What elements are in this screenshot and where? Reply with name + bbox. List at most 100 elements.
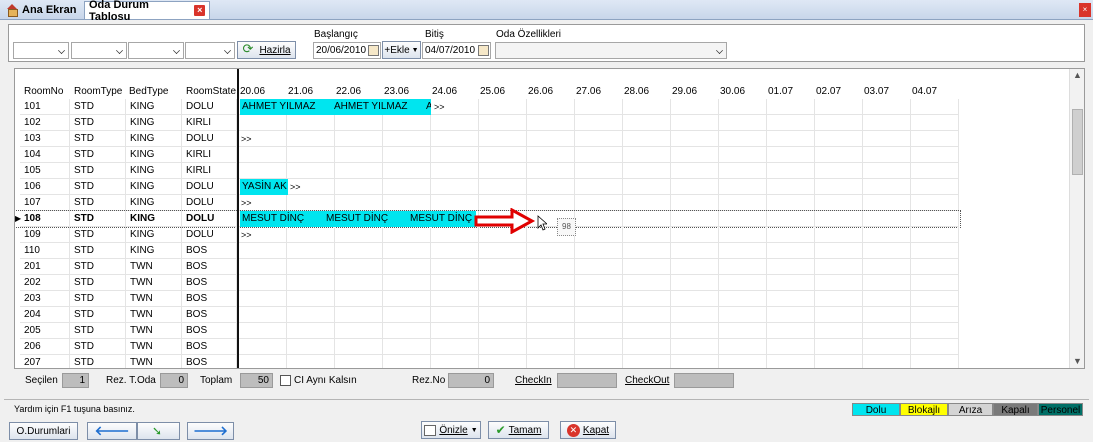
date-cell[interactable] [575,131,623,147]
more-indicator[interactable]: >> [434,99,445,115]
date-cell[interactable] [767,259,815,275]
date-cell[interactable] [767,99,815,115]
roomno-filter-select[interactable] [13,42,69,59]
date-cell[interactable] [815,355,863,368]
date-cell[interactable] [287,163,335,179]
calendar-icon[interactable] [368,45,379,56]
date-cell[interactable] [431,307,479,323]
date-cell[interactable] [863,323,911,339]
date-cell[interactable] [431,339,479,355]
date-cell[interactable] [527,163,575,179]
date-cell[interactable] [527,323,575,339]
date-cell[interactable] [383,291,431,307]
cell-no[interactable]: 202 [20,275,70,291]
date-cell[interactable] [671,195,719,211]
booking-bar[interactable]: MESUT DİNÇ [408,211,476,227]
date-cell[interactable] [575,355,623,368]
scroll-thumb[interactable] [1072,109,1083,175]
date-cell[interactable] [575,179,623,195]
cell-type[interactable]: STD [70,355,126,368]
date-cell[interactable] [671,291,719,307]
date-cell[interactable] [575,259,623,275]
date-cell[interactable] [623,243,671,259]
cell-no[interactable]: 103 [20,131,70,147]
date-cell[interactable] [383,227,431,243]
table-row[interactable]: 110 STD KING BOS [15,243,960,259]
cell-type[interactable]: STD [70,323,126,339]
cell-bed[interactable]: KING [126,99,182,115]
date-cell[interactable] [719,211,767,227]
cell-bed[interactable]: TWN [126,275,182,291]
cell-no[interactable]: 203 [20,291,70,307]
date-cell[interactable] [335,323,383,339]
cell-type[interactable]: STD [70,307,126,323]
cell-bed[interactable]: KING [126,195,182,211]
date-cell[interactable] [863,291,911,307]
date-cell[interactable] [671,339,719,355]
date-cell[interactable] [239,291,287,307]
date-cell[interactable] [815,179,863,195]
date-cell[interactable] [287,115,335,131]
more-indicator[interactable]: >> [241,195,252,211]
date-cell[interactable] [575,163,623,179]
date-cell[interactable] [527,355,575,368]
more-indicator[interactable]: >> [241,227,252,243]
date-cell[interactable] [623,275,671,291]
date-cell[interactable] [239,115,287,131]
date-cell[interactable] [527,243,575,259]
cell-type[interactable]: STD [70,291,126,307]
ok-button[interactable]: ✔ Tamam [488,421,549,439]
cell-no[interactable]: 106 [20,179,70,195]
date-cell[interactable] [623,163,671,179]
cell-bed[interactable]: TWN [126,339,182,355]
date-cell[interactable] [383,195,431,211]
cell-type[interactable]: STD [70,211,126,227]
vertical-scrollbar[interactable]: ▲ ▼ [1069,69,1084,368]
date-cell[interactable] [383,115,431,131]
date-cell[interactable] [623,99,671,115]
date-cell[interactable] [287,243,335,259]
date-cell[interactable] [623,147,671,163]
oda-durumlari-button[interactable]: O.Durumlari [9,422,78,440]
date-cell[interactable] [863,227,911,243]
date-cell[interactable] [911,259,959,275]
cell-type[interactable]: STD [70,147,126,163]
cell-state[interactable]: BOS [182,275,237,291]
date-cell[interactable] [911,243,959,259]
date-cell[interactable] [671,259,719,275]
date-cell[interactable] [623,291,671,307]
table-row[interactable]: 104 STD KING KIRLI [15,147,960,163]
date-cell[interactable] [863,307,911,323]
cell-type[interactable]: STD [70,243,126,259]
date-cell[interactable] [863,339,911,355]
date-cell[interactable] [239,355,287,368]
date-cell[interactable] [335,195,383,211]
cell-bed[interactable]: TWN [126,259,182,275]
table-row[interactable]: 105 STD KING KIRLI [15,163,960,179]
cell-type[interactable]: STD [70,99,126,115]
table-row[interactable]: 106 STD KING DOLU [15,179,960,195]
date-cell[interactable] [863,275,911,291]
table-row[interactable]: 207 STD TWN BOS [15,355,960,368]
date-cell[interactable] [671,99,719,115]
date-cell[interactable] [335,227,383,243]
cell-no[interactable]: 109 [20,227,70,243]
date-cell[interactable] [767,275,815,291]
date-cell[interactable] [479,131,527,147]
date-cell[interactable] [671,275,719,291]
tab-ana-ekran[interactable]: Ana Ekran [2,1,82,19]
cell-state[interactable]: DOLU [182,99,237,115]
date-cell[interactable] [767,339,815,355]
date-cell[interactable] [911,227,959,243]
date-cell[interactable] [575,307,623,323]
date-cell[interactable] [719,259,767,275]
cell-state[interactable]: BOS [182,323,237,339]
table-row[interactable]: 201 STD TWN BOS [15,259,960,275]
date-cell[interactable] [623,195,671,211]
date-cell[interactable] [815,323,863,339]
booking-bar[interactable]: AHMET YILMAZ [240,99,332,115]
date-cell[interactable] [671,243,719,259]
date-cell[interactable] [623,179,671,195]
date-cell[interactable] [815,227,863,243]
date-cell[interactable] [479,307,527,323]
